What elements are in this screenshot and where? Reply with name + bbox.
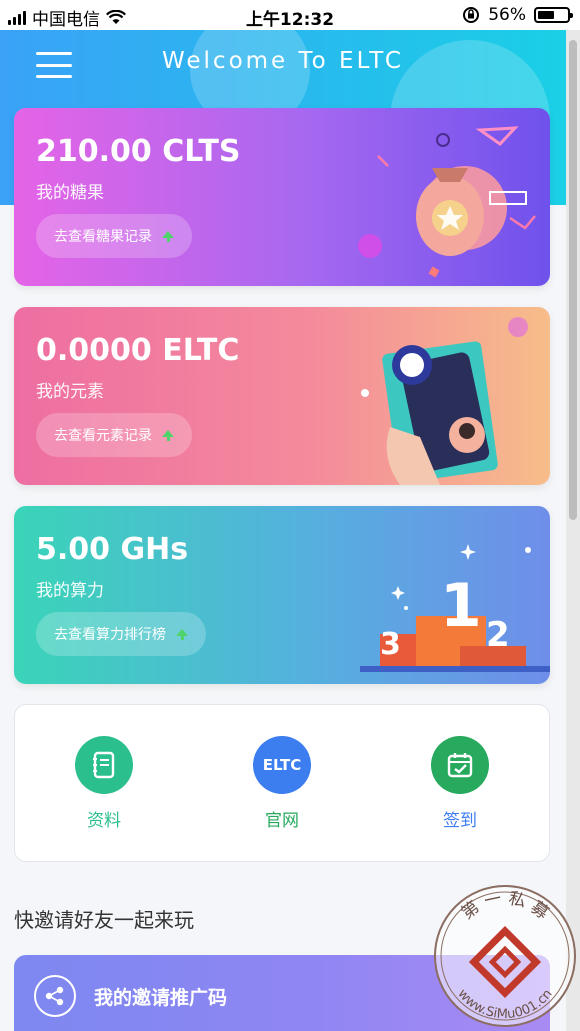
invite-code-label: 我的邀请推广码 (94, 987, 228, 1009)
orientation-lock-icon (463, 7, 480, 23)
element-balance-card: 0.0000 ELTC 我的元素 去查看元素记录 (14, 307, 550, 485)
eltc-logo-icon: ELTC (253, 735, 311, 794)
svg-text:3: 3 (380, 627, 401, 662)
status-bar: 中国电信 上午12:32 56% (0, 0, 580, 30)
candy-balance-card: 210.00 CLTS 我的糖果 去查看糖果记录 (14, 108, 550, 286)
battery-percent: 56% (488, 5, 526, 25)
shortcut-check-in[interactable]: 签到 (400, 735, 520, 831)
view-element-records-label: 去查看元素记录 (54, 428, 152, 444)
element-balance-label: 我的元素 (36, 382, 104, 402)
view-candy-records-label: 去查看糖果记录 (54, 229, 152, 245)
notebook-icon (75, 735, 133, 794)
hashrate-card: 5.00 GHs 我的算力 去查看算力排行榜 1 2 3 (14, 506, 550, 684)
shortcut-check-in-label: 签到 (443, 810, 477, 831)
calendar-check-icon (431, 735, 489, 794)
hashrate-value: 5.00 GHs (36, 532, 189, 567)
candy-balance-label: 我的糖果 (36, 183, 104, 203)
shortcut-profile-label: 资料 (87, 810, 121, 831)
scrollbar-thumb[interactable] (569, 40, 577, 520)
page-title: Welcome To ELTC (162, 48, 404, 74)
shortcut-official-site-label: 官网 (265, 810, 299, 831)
battery-icon (534, 7, 573, 23)
scrollbar[interactable] (566, 30, 580, 1031)
element-balance-value: 0.0000 ELTC (36, 333, 240, 368)
arrow-up-icon (176, 628, 188, 640)
svg-text:1: 1 (440, 571, 482, 641)
phone-illustration (361, 317, 528, 485)
money-bag-illustration (358, 126, 536, 278)
arrow-up-icon (162, 230, 174, 242)
view-element-records-button[interactable]: 去查看元素记录 (36, 413, 192, 457)
view-hashrate-ranking-button[interactable]: 去查看算力排行榜 (36, 612, 206, 656)
shortcut-official-site[interactable]: ELTC 官网 (222, 735, 342, 831)
shortcut-panel: 资料 ELTC 官网 签到 (14, 704, 550, 862)
hashrate-label: 我的算力 (36, 581, 104, 601)
arrow-up-icon (162, 429, 174, 441)
view-hashrate-ranking-label: 去查看算力排行榜 (54, 627, 166, 643)
view-candy-records-button[interactable]: 去查看糖果记录 (36, 214, 192, 258)
share-icon (34, 975, 76, 1017)
candy-balance-value: 210.00 CLTS (36, 134, 241, 169)
shortcut-profile[interactable]: 资料 (44, 735, 164, 831)
invite-section-title: 快邀请好友一起来玩 (14, 908, 194, 932)
podium-illustration: 1 2 3 (360, 544, 550, 672)
watermark-seal: 第 一 私 募 www.SiMu001.cn (434, 885, 576, 1027)
svg-text:2: 2 (486, 615, 510, 655)
